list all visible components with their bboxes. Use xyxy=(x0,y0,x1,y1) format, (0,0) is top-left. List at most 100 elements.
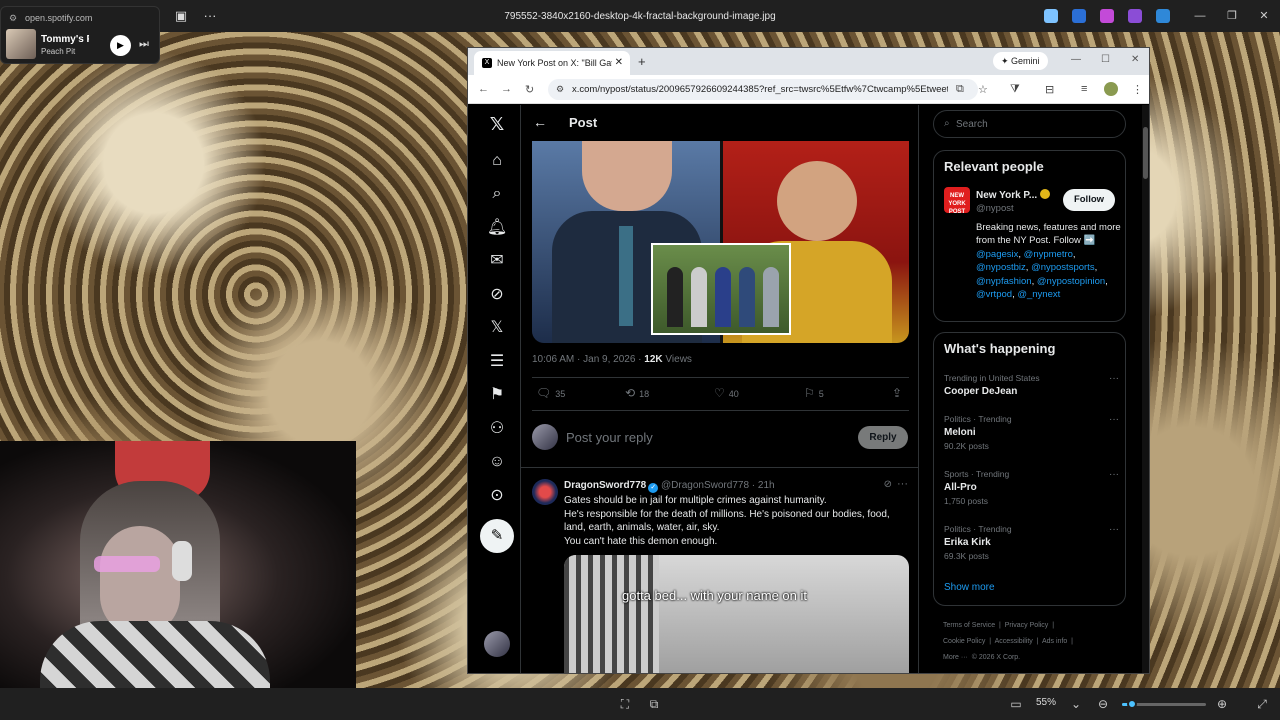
crop-icon[interactable]: ⛶ xyxy=(618,697,632,711)
reply-action[interactable]: 🗨︎ 35 xyxy=(536,386,565,400)
ads-info-link[interactable]: Ads info xyxy=(1042,638,1067,645)
profile-icon[interactable]: ☺ xyxy=(486,451,508,473)
more-link[interactable]: More ··· xyxy=(943,654,968,661)
privacy-link[interactable]: Privacy Policy xyxy=(1005,622,1049,629)
fullscreen-icon[interactable]: ⤢ xyxy=(1255,697,1269,711)
new-tab-icon[interactable]: + xyxy=(638,54,646,69)
bio-link[interactable]: @nypostbiz xyxy=(976,262,1026,273)
more-circle-icon[interactable]: ⊙ xyxy=(486,485,508,507)
lists-icon[interactable]: ☰ xyxy=(486,351,508,373)
omnibox[interactable]: ⚙ x.com/nypost/status/200965792660924438… xyxy=(548,79,978,100)
browser-tab[interactable]: X New York Post on X: "Bill Gates ✕ xyxy=(474,51,630,75)
tab-search-icon[interactable]: ⊟ xyxy=(1045,83,1054,96)
bio-link[interactable]: @nypfashion xyxy=(976,276,1032,287)
browser-maximize-icon[interactable]: ☐ xyxy=(1101,54,1110,65)
trend-item[interactable]: Sports · Trending All-Pro 1,750 posts ··… xyxy=(944,469,1119,506)
explore-search-icon[interactable]: ⌕ xyxy=(486,183,508,205)
post-timestamp[interactable]: 10:06 AM · Jan 9, 2026 · xyxy=(532,354,644,365)
bio-link[interactable]: @pagesix xyxy=(976,249,1018,260)
grok-explain-icon[interactable]: ⊘ xyxy=(884,479,892,490)
zoom-slider-thumb[interactable] xyxy=(1127,699,1138,709)
copilot-icon[interactable] xyxy=(1044,9,1058,23)
reply-gif[interactable]: gotta bed... with your name on it xyxy=(564,555,909,673)
cookie-link[interactable]: Cookie Policy xyxy=(943,638,985,645)
reload-icon[interactable]: ↻ xyxy=(525,83,534,96)
gemini-button[interactable]: ✦ Gemini xyxy=(993,52,1048,70)
person-name[interactable]: New York P... xyxy=(976,189,1051,201)
communities-icon[interactable]: ⚇ xyxy=(486,418,508,440)
trend-item[interactable]: Politics · Trending Erika Kirk 69.3K pos… xyxy=(944,524,1119,561)
accessibility-link[interactable]: Accessibility xyxy=(995,638,1033,645)
like-action[interactable]: ♡ 40 xyxy=(714,386,739,400)
extensions-icon[interactable]: ⧩ xyxy=(1010,83,1020,96)
page-scrollbar[interactable] xyxy=(1142,105,1149,673)
compose-post-button[interactable]: ✎ xyxy=(480,519,514,553)
share-icon[interactable]: ⇪ xyxy=(892,386,906,400)
grok-icon[interactable]: ⊘ xyxy=(486,284,508,306)
bio-link[interactable]: @nypostopinion xyxy=(1037,276,1105,287)
back-icon[interactable]: ← xyxy=(478,83,489,95)
onedrive-icon[interactable] xyxy=(1156,9,1170,23)
trend-more-icon[interactable]: ··· xyxy=(1109,524,1119,535)
back-arrow-icon[interactable]: ← xyxy=(533,114,547,130)
minimize-icon[interactable]: — xyxy=(1192,8,1208,24)
zoom-out-icon[interactable]: ⊖ xyxy=(1096,697,1110,711)
trend-item[interactable]: Politics · Trending Meloni 90.2K posts ·… xyxy=(944,414,1119,451)
reply-more-icon[interactable]: ··· xyxy=(897,478,908,490)
reply-author[interactable]: DragonSword778 ✓ @DragonSword778 · 21h xyxy=(564,480,775,493)
bio-link[interactable]: @nypmetro xyxy=(1024,249,1073,260)
trend-more-icon[interactable]: ··· xyxy=(1109,414,1119,425)
scrollbar-thumb[interactable] xyxy=(1143,127,1148,179)
home-icon[interactable]: ⌂ xyxy=(486,150,508,172)
follow-button[interactable]: Follow xyxy=(1063,189,1115,211)
bio-link[interactable]: @vrtpod xyxy=(976,289,1012,300)
ocr-text-icon[interactable]: ⧉ xyxy=(647,697,661,711)
trend-item[interactable]: Trending in United States Cooper DeJean … xyxy=(944,373,1119,397)
profile-avatar[interactable] xyxy=(1104,82,1118,96)
bookmarks-icon[interactable]: ⚑ xyxy=(486,384,508,406)
reply-button[interactable]: Reply xyxy=(858,426,908,449)
reading-list-icon[interactable]: ≡ xyxy=(1081,83,1087,95)
search-input[interactable]: ⌕ Search xyxy=(933,110,1126,138)
x-logo-icon[interactable]: 𝕏 xyxy=(486,113,508,135)
zoom-level[interactable]: 55% xyxy=(1036,697,1056,708)
tab-close-icon[interactable]: ✕ xyxy=(615,57,623,68)
gold-verified-icon xyxy=(1040,189,1051,199)
bookmark-action[interactable]: ⚐ 5 xyxy=(804,386,824,400)
app-icon-purple[interactable] xyxy=(1100,9,1114,23)
forward-icon[interactable]: → xyxy=(501,83,512,95)
zoom-dropdown-icon[interactable]: ⌄ xyxy=(1069,697,1083,711)
nypost-avatar[interactable]: NEW YORK POST xyxy=(944,187,970,215)
next-track-icon[interactable]: ⏭ xyxy=(139,38,149,51)
messages-envelope-icon[interactable]: ✉ xyxy=(486,250,508,272)
play-button[interactable]: ▶ xyxy=(110,35,131,56)
app-icon-blue[interactable] xyxy=(1072,9,1086,23)
install-app-icon[interactable]: ⧉ xyxy=(956,83,964,96)
reply-input[interactable]: Post your reply xyxy=(566,430,653,445)
url-text: x.com/nypost/status/2009657926609244385?… xyxy=(572,84,948,95)
reply-avatar[interactable] xyxy=(532,479,558,505)
app-icon-violet[interactable] xyxy=(1128,9,1142,23)
maximize-icon[interactable]: ❐ xyxy=(1224,8,1240,24)
fit-view-icon[interactable]: ▭ xyxy=(1009,697,1023,711)
close-icon[interactable]: ✕ xyxy=(1256,8,1272,24)
browser-minimize-icon[interactable]: — xyxy=(1071,54,1081,65)
trend-more-icon[interactable]: ··· xyxy=(1109,469,1119,480)
terms-link[interactable]: Terms of Service xyxy=(943,622,995,629)
bookmark-star-icon[interactable]: ☆ xyxy=(978,83,988,96)
bio-link[interactable]: @nypostsports xyxy=(1031,262,1095,273)
premium-x-icon[interactable]: 𝕏 xyxy=(486,317,508,339)
trend-more-icon[interactable]: ··· xyxy=(1109,373,1119,384)
site-settings-icon[interactable]: ⚙ xyxy=(556,84,564,95)
repost-action[interactable]: ⟲ 18 xyxy=(625,386,649,400)
notifications-bell-icon[interactable]: 🔔︎ xyxy=(486,217,508,239)
zoom-in-icon[interactable]: ⊕ xyxy=(1215,697,1229,711)
show-more-link[interactable]: Show more xyxy=(944,582,995,593)
browser-menu-icon[interactable]: ⋮ xyxy=(1132,83,1143,96)
reply-tweet[interactable]: DragonSword778 ✓ @DragonSword778 · 21h ⊘ … xyxy=(521,471,918,673)
post-image[interactable] xyxy=(532,141,909,343)
account-avatar[interactable] xyxy=(484,631,510,657)
browser-close-icon[interactable]: ✕ xyxy=(1131,54,1139,65)
bio-link[interactable]: @_nynext xyxy=(1017,289,1060,300)
spotify-mini-player[interactable]: ⚙ open.spotify.com Tommy's Party Peach P… xyxy=(0,6,160,64)
